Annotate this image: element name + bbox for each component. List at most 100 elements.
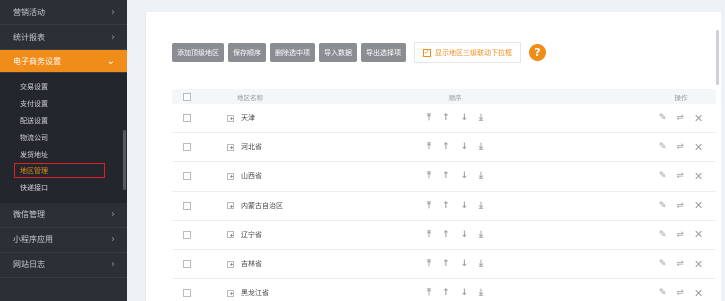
row-checkbox[interactable] [183, 114, 191, 123]
region-name: 河北省 [241, 143, 262, 152]
delete-selected-button[interactable]: 删除选中项 [270, 43, 315, 62]
delete-icon[interactable]: ✕ [694, 141, 703, 154]
edit-icon[interactable]: ✎ [659, 288, 667, 298]
sidebar-subitem-label: 物流公司 [20, 133, 48, 142]
expand-icon[interactable] [227, 114, 234, 122]
sidebar-item-miniapp[interactable]: 小程序应用 › [0, 228, 127, 253]
move-bottom-icon[interactable]: ⤓ [479, 201, 483, 211]
add-top-region-button[interactable]: 添加顶级地区 [172, 43, 224, 62]
move-icon[interactable]: ⇌ [676, 259, 684, 269]
move-bottom-icon[interactable]: ⤓ [479, 230, 483, 240]
move-bottom-icon[interactable]: ⤓ [479, 171, 483, 181]
move-top-icon[interactable]: ⤒ [427, 259, 431, 269]
move-down-icon[interactable]: ↓ [461, 288, 469, 298]
delete-icon[interactable]: ✕ [694, 258, 703, 271]
move-down-icon[interactable]: ↓ [461, 259, 469, 269]
sidebar-subitem-label: 发货地址 [20, 150, 48, 159]
move-top-icon[interactable]: ⤒ [427, 171, 431, 181]
move-down-icon[interactable]: ↓ [461, 171, 469, 181]
move-up-icon[interactable]: ↑ [442, 201, 450, 211]
move-icon[interactable]: ⇌ [676, 171, 684, 181]
delete-icon[interactable]: ✕ [694, 112, 703, 125]
move-up-icon[interactable]: ↑ [442, 171, 450, 181]
sidebar-subitem-delivery[interactable]: 配送设置 [0, 113, 127, 130]
linkage-dropdown-toggle[interactable]: ✓ 显示地区三级联动下拉框 [414, 42, 521, 63]
sidebar-subitem-logistics[interactable]: 物流公司 [0, 129, 127, 146]
sidebar-scrollbar[interactable] [123, 130, 126, 190]
move-top-icon[interactable]: ⤒ [427, 201, 431, 211]
move-top-icon[interactable]: ⤒ [427, 288, 431, 298]
move-up-icon[interactable]: ↑ [442, 142, 450, 152]
delete-icon[interactable]: ✕ [694, 287, 703, 300]
move-down-icon[interactable]: ↓ [461, 201, 469, 211]
checkbox-checked-icon[interactable]: ✓ [423, 48, 431, 57]
region-name: 内蒙古自治区 [241, 201, 283, 210]
table-header: 地区名称 顺序 操作 [172, 89, 716, 104]
row-checkbox[interactable] [183, 289, 191, 298]
sidebar-subitem-region[interactable]: 地区管理 [0, 162, 127, 180]
sidebar-subitem-express-api[interactable]: 快递接口 [0, 180, 127, 197]
row-checkbox[interactable] [183, 201, 191, 210]
move-bottom-icon[interactable]: ⤓ [479, 142, 483, 152]
export-selected-button[interactable]: 导出选择项 [361, 43, 406, 62]
move-bottom-icon[interactable]: ⤓ [479, 259, 483, 269]
move-bottom-icon[interactable]: ⤓ [479, 288, 483, 298]
sidebar-item-label: 微信管理 [13, 210, 45, 220]
move-icon[interactable]: ⇌ [676, 230, 684, 240]
delete-icon[interactable]: ✕ [694, 170, 703, 183]
import-data-button[interactable]: 导入数据 [319, 43, 357, 62]
row-checkbox[interactable] [183, 230, 191, 239]
move-up-icon[interactable]: ↑ [442, 230, 450, 240]
select-all-checkbox[interactable] [183, 92, 191, 101]
move-icon[interactable]: ⇌ [676, 288, 684, 298]
sidebar-subitem-ship-address[interactable]: 发货地址 [0, 146, 127, 163]
sidebar-item-reports[interactable]: 统计报表 › [0, 25, 127, 50]
expand-icon[interactable] [227, 172, 234, 180]
sidebar-item-site-log[interactable]: 网站日志 › [0, 253, 127, 278]
chevron-right-icon: › [111, 259, 115, 271]
toolbar: 添加顶级地区 保存顺序 删除选中项 导入数据 导出选择项 ✓ 显示地区三级联动下… [172, 42, 546, 63]
move-up-icon[interactable]: ↑ [442, 259, 450, 269]
edit-icon[interactable]: ✎ [659, 142, 667, 152]
header-ops: 操作 [674, 93, 688, 102]
edit-icon[interactable]: ✎ [659, 201, 667, 211]
edit-icon[interactable]: ✎ [659, 113, 667, 123]
move-down-icon[interactable]: ↓ [461, 113, 469, 123]
sidebar-item-ecommerce[interactable]: 电子商务设置 ⌄ [0, 50, 127, 73]
edit-icon[interactable]: ✎ [659, 171, 667, 181]
move-top-icon[interactable]: ⤒ [427, 113, 431, 123]
edit-icon[interactable]: ✎ [659, 230, 667, 240]
move-top-icon[interactable]: ⤒ [427, 230, 431, 240]
move-down-icon[interactable]: ↓ [461, 230, 469, 240]
move-up-icon[interactable]: ↑ [442, 288, 450, 298]
delete-icon[interactable]: ✕ [694, 228, 703, 241]
move-down-icon[interactable]: ↓ [461, 142, 469, 152]
expand-icon[interactable] [227, 231, 234, 239]
sidebar-subitem-trade[interactable]: 交易设置 [0, 79, 127, 96]
row-checkbox[interactable] [183, 260, 191, 269]
region-name: 山西省 [241, 172, 262, 181]
expand-icon[interactable] [227, 143, 234, 151]
sidebar-subitem-payment[interactable]: 支付设置 [0, 96, 127, 113]
move-top-icon[interactable]: ⤒ [427, 142, 431, 152]
panel-scrollbar[interactable] [716, 30, 719, 85]
table-row: 辽宁省 ⤒ ↑ ↓ ⤓ ✎ ⇌ ✕ [172, 221, 716, 250]
save-order-button[interactable]: 保存顺序 [228, 43, 266, 62]
chevron-right-icon: › [111, 31, 115, 43]
help-icon[interactable]: ? [529, 44, 546, 61]
row-checkbox[interactable] [183, 172, 191, 181]
delete-icon[interactable]: ✕ [694, 199, 703, 212]
edit-icon[interactable]: ✎ [659, 259, 667, 269]
sidebar-item-marketing[interactable]: 营销活动 › [0, 0, 127, 25]
expand-icon[interactable] [227, 289, 234, 297]
row-checkbox[interactable] [183, 143, 191, 152]
move-icon[interactable]: ⇌ [676, 113, 684, 123]
move-up-icon[interactable]: ↑ [442, 113, 450, 123]
expand-icon[interactable] [227, 202, 234, 210]
chevron-right-icon: › [111, 209, 115, 221]
sidebar-item-wechat[interactable]: 微信管理 › [0, 203, 127, 228]
move-icon[interactable]: ⇌ [676, 201, 684, 211]
move-icon[interactable]: ⇌ [676, 142, 684, 152]
move-bottom-icon[interactable]: ⤓ [479, 113, 483, 123]
expand-icon[interactable] [227, 260, 234, 268]
